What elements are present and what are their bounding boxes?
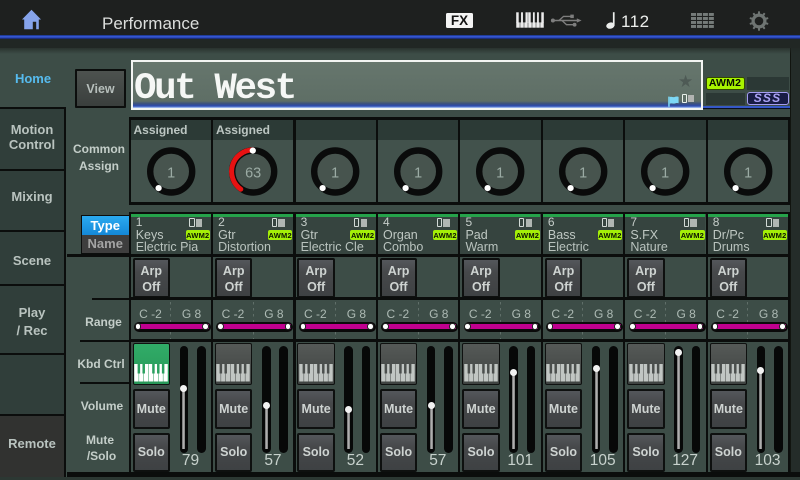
svg-text:1: 1 <box>579 165 587 181</box>
svg-text:1: 1 <box>167 165 175 181</box>
svg-text:1: 1 <box>496 165 504 181</box>
svg-text:63: 63 <box>245 165 261 181</box>
svg-text:1: 1 <box>661 165 669 181</box>
svg-text:1: 1 <box>414 165 422 181</box>
svg-text:1: 1 <box>332 165 340 181</box>
svg-text:1: 1 <box>744 165 752 181</box>
